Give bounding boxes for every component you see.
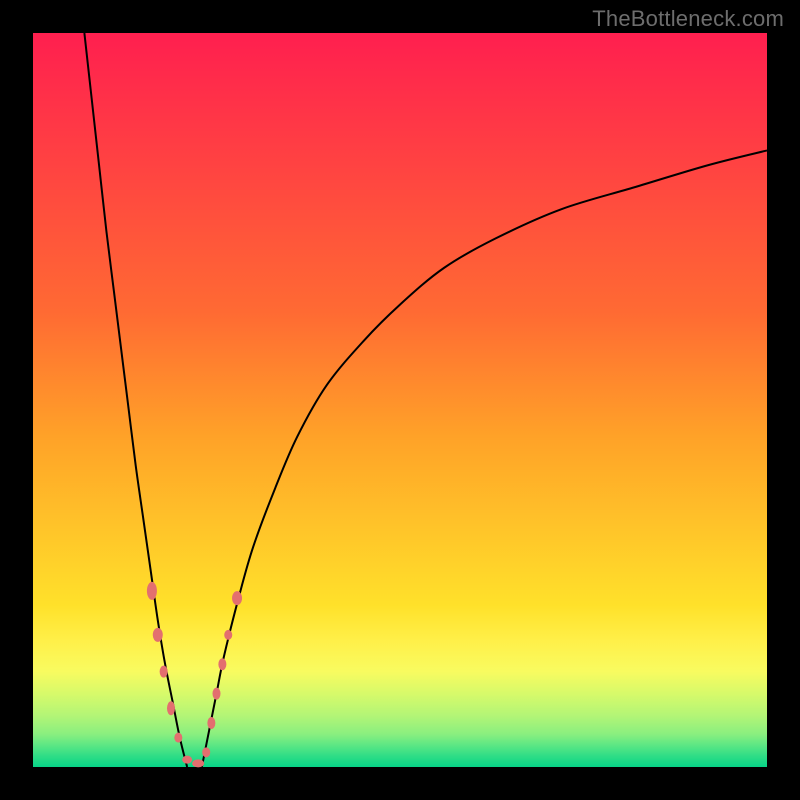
data-marker [153,628,163,642]
marker-group [147,582,242,767]
watermark-text: TheBottleneck.com [592,6,784,32]
data-marker [147,582,157,600]
data-marker [202,747,210,757]
data-marker [232,591,242,605]
data-marker [218,658,226,670]
chart-plot-area [33,33,767,767]
curve-right-branch [202,150,767,767]
chart-frame: TheBottleneck.com [0,0,800,800]
data-marker [213,688,221,700]
data-marker [167,701,175,715]
data-marker [207,717,215,729]
data-marker [192,759,204,767]
data-marker [224,630,232,640]
data-marker [182,756,192,764]
data-marker [174,733,182,743]
data-marker [160,666,168,678]
curve-left-branch [84,33,187,767]
chart-svg [33,33,767,767]
